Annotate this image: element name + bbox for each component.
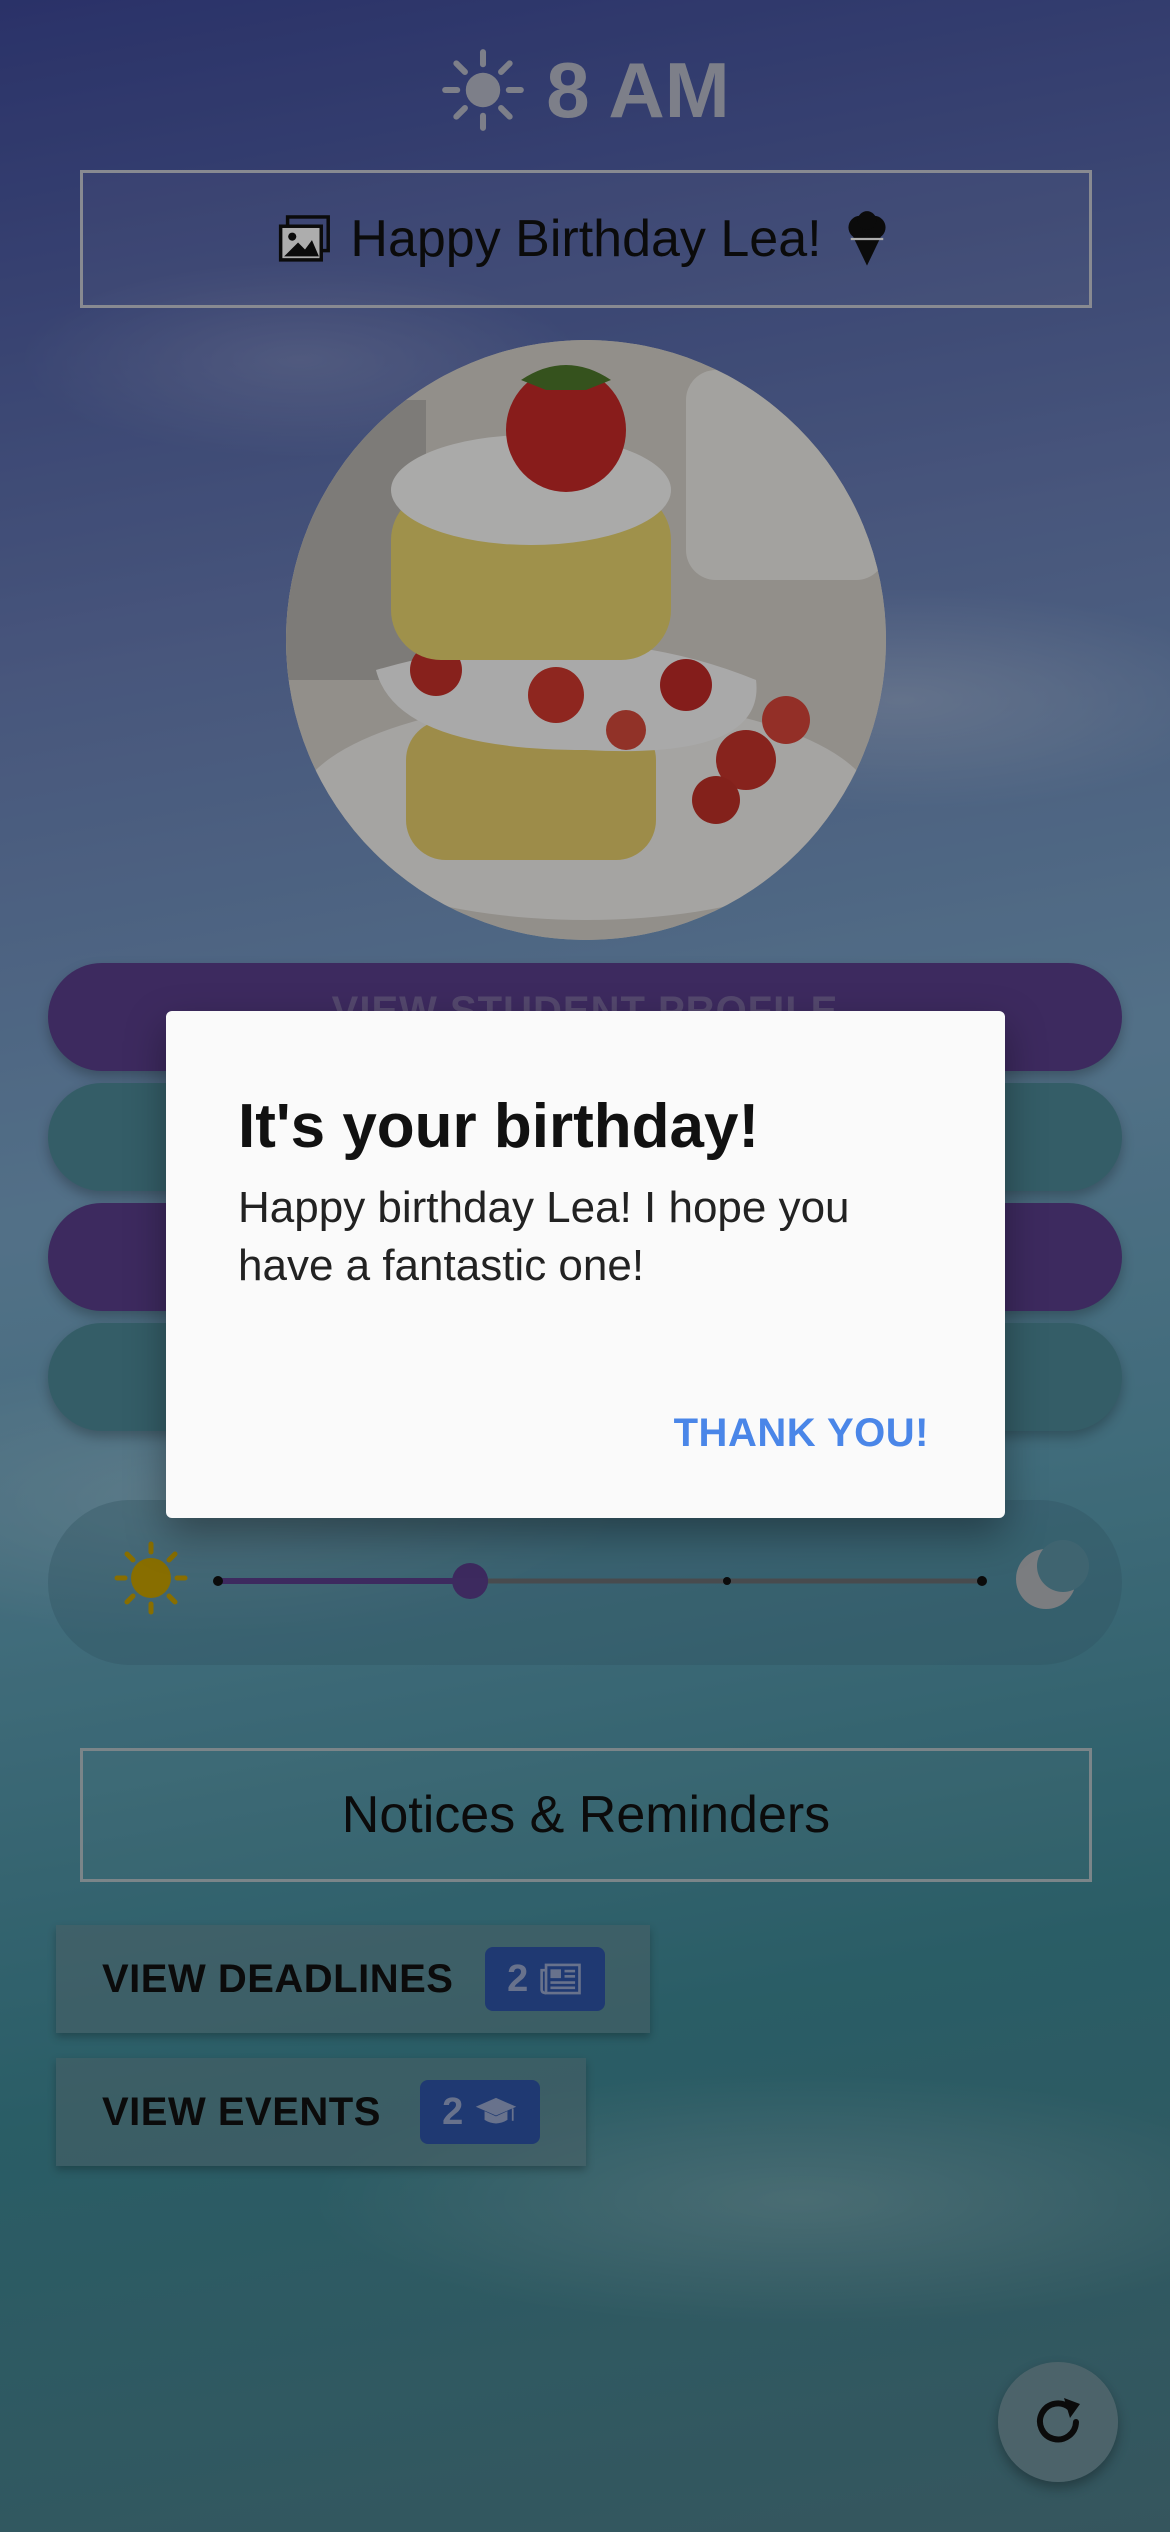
thank-you-button[interactable]: THANK YOU! (674, 1411, 929, 1456)
dialog-message: Happy birthday Lea! I hope you have a fa… (238, 1183, 850, 1290)
dialog-title: It's your birthday! (238, 1092, 760, 1161)
birthday-dialog: It's your birthday! Happy birthday Lea! … (166, 1011, 1005, 1518)
